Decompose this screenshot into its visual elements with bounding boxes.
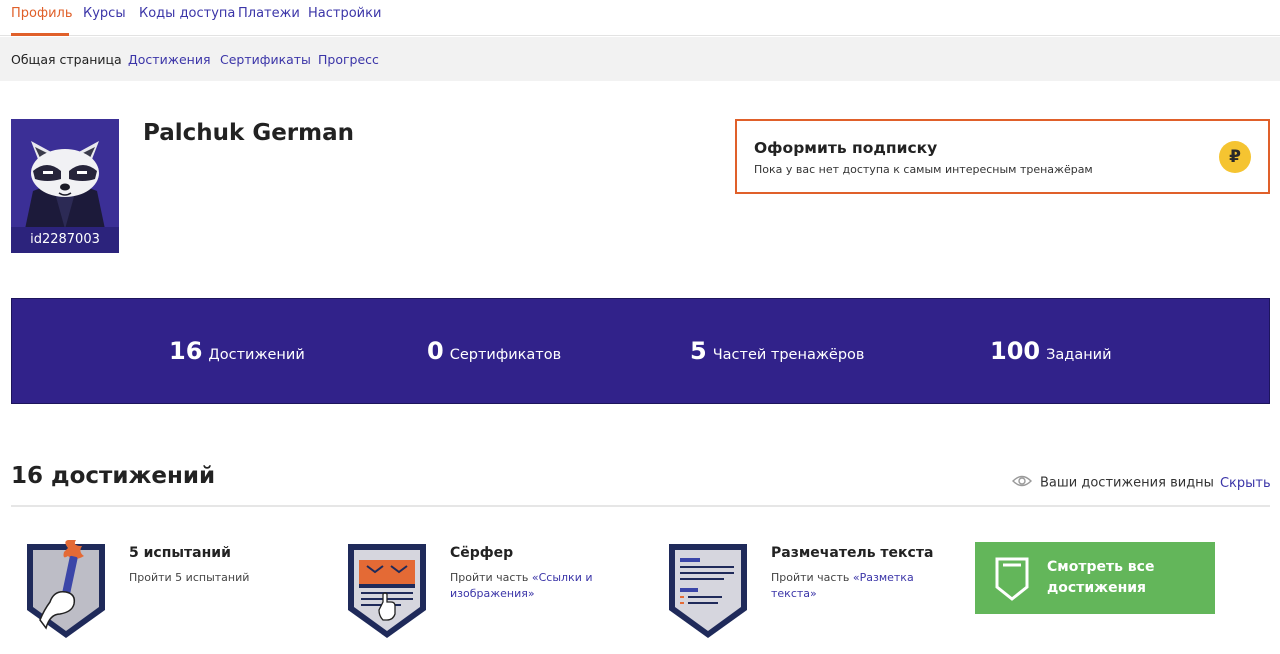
tab-courses[interactable]: Курсы: [83, 6, 126, 21]
stat-value: 5: [690, 337, 707, 365]
achievement-desc-text: Пройти часть: [450, 571, 532, 584]
achievements-visibility: Ваши достижения видны Скрыть: [1012, 474, 1271, 492]
hide-achievements-link[interactable]: Скрыть: [1220, 476, 1271, 491]
badge-outline-icon: [995, 557, 1029, 601]
achievement-title: Размечатель текста: [771, 545, 934, 561]
see-all-label: Смотреть все достижения: [1047, 559, 1155, 596]
subscribe-description: Пока у вас нет доступа к самым интересны…: [754, 163, 1093, 176]
subscribe-title: Оформить подписку: [754, 139, 938, 157]
badge-5-challenges-icon: [24, 539, 108, 646]
top-nav: Профиль Курсы Коды доступа Платежи Настр…: [0, 0, 1280, 36]
profile-name: Palchuk German: [143, 120, 355, 146]
avatar[interactable]: id2287003: [11, 119, 119, 253]
stats-banner: 16 Достижений 0 Сертификатов 5 Частей трена…: [11, 298, 1270, 404]
tab-settings[interactable]: Настройки: [308, 6, 381, 21]
achievement-desc-text: Пройти часть: [771, 571, 853, 584]
tab-access-codes[interactable]: Коды доступа: [139, 6, 235, 21]
divider: [11, 505, 1270, 507]
stat-achievements: 16 Достижений: [169, 337, 305, 365]
stat-value: 16: [169, 337, 203, 365]
subnav-achievements[interactable]: Достижения: [128, 52, 210, 67]
subscribe-card[interactable]: Оформить подписку Пока у вас нет доступа…: [735, 119, 1270, 194]
tab-payments[interactable]: Платежи: [238, 6, 300, 21]
stat-label: Заданий: [1046, 347, 1112, 363]
stat-label: Достижений: [208, 347, 305, 363]
stat-tasks: 100 Заданий: [990, 337, 1112, 365]
achievement-desc: Пройти часть «Ссылки и изображения»: [450, 570, 600, 602]
stat-label: Частей тренажёров: [712, 347, 865, 363]
see-all-achievements-button[interactable]: Смотреть все достижения: [975, 542, 1215, 614]
badge-text-markup-icon: [666, 540, 750, 646]
stat-trainer-parts: 5 Частей тренажёров: [690, 337, 864, 365]
stat-certificates: 0 Сертификатов: [427, 337, 561, 365]
subnav-progress[interactable]: Прогресс: [318, 52, 379, 67]
badge-surfer-icon: [345, 540, 429, 646]
achievement-desc: Пройти часть «Разметка текста»: [771, 570, 931, 602]
achievement-title: Сёрфер: [450, 545, 514, 561]
sub-nav: Общая страница Достижения Сертификаты Пр…: [0, 37, 1280, 81]
ruble-coin-icon: ₽: [1219, 141, 1251, 173]
visibility-text: Ваши достижения видны: [1040, 475, 1214, 491]
subnav-certificates[interactable]: Сертификаты: [220, 52, 311, 67]
stat-value: 0: [427, 337, 444, 365]
achievements-heading: 16 достижений: [11, 463, 216, 489]
tab-profile[interactable]: Профиль: [11, 6, 73, 21]
raccoon-avatar-image: [25, 141, 105, 229]
subnav-overview[interactable]: Общая страница: [11, 52, 122, 67]
achievement-title: 5 испытаний: [129, 545, 231, 561]
active-tab-indicator: [11, 33, 69, 36]
stat-value: 100: [990, 337, 1041, 365]
stat-label: Сертификатов: [449, 347, 562, 363]
user-id-label: id2287003: [11, 227, 119, 253]
eye-icon: [1012, 474, 1032, 492]
achievement-desc: Пройти 5 испытаний: [129, 571, 250, 584]
